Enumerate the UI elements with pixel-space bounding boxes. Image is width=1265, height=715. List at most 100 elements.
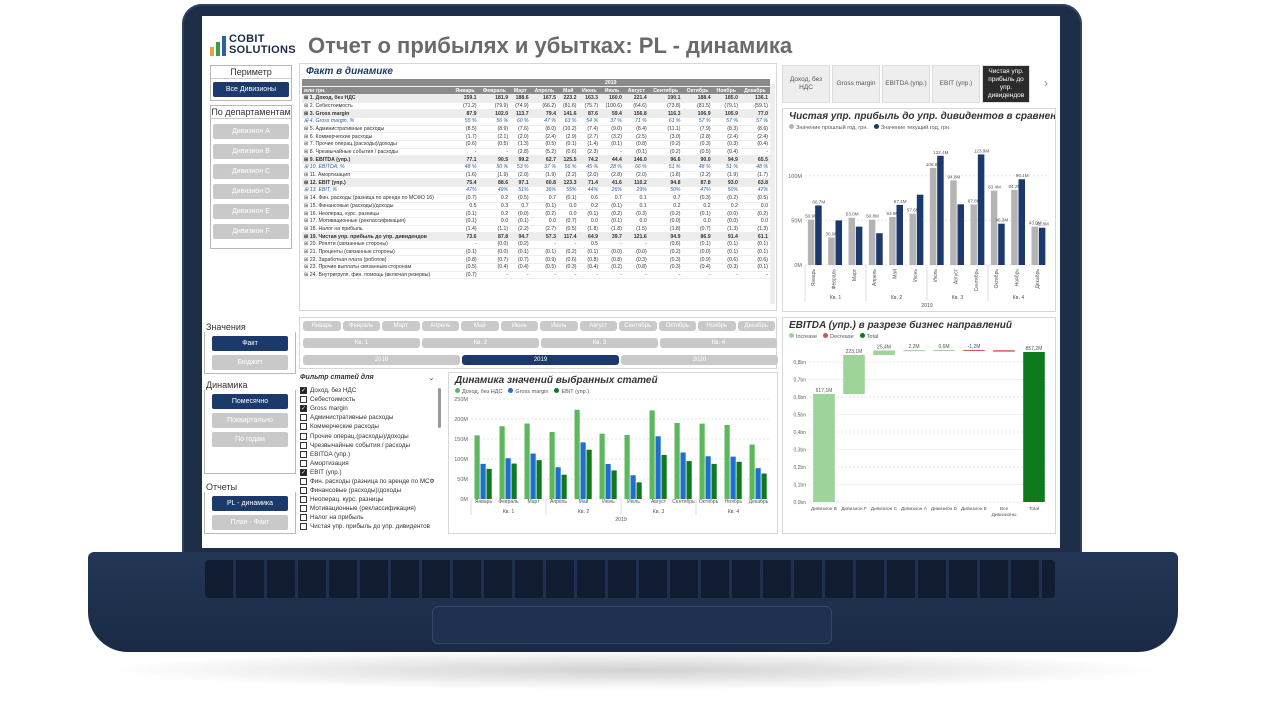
filter-item[interactable]: Неоперац. курс. разницы: [300, 495, 438, 504]
filter-item[interactable]: Фин. расходы (разница по аренде по МСФ: [300, 477, 438, 486]
bar[interactable]: [499, 426, 505, 499]
filter-item[interactable]: ✓ EBIT (упр.): [300, 468, 438, 477]
bar[interactable]: [536, 460, 542, 499]
dynamics-option-button[interactable]: По годам: [212, 432, 288, 447]
checkbox-empty-icon[interactable]: [300, 423, 307, 431]
checkbox-empty-icon[interactable]: [300, 487, 307, 495]
bar[interactable]: [896, 204, 904, 265]
month-chip[interactable]: Май: [461, 321, 499, 331]
bar[interactable]: [868, 219, 876, 265]
year-chip[interactable]: 2019: [462, 355, 619, 365]
checkbox-empty-icon[interactable]: [300, 396, 307, 404]
bar[interactable]: [605, 463, 611, 499]
filter-item[interactable]: Амортизация: [300, 459, 438, 468]
bar[interactable]: [990, 190, 998, 265]
filter-item[interactable]: ✓ Доход, без НДС: [300, 386, 438, 395]
reports-option-button[interactable]: План - Факт: [212, 515, 288, 530]
bar[interactable]: [511, 463, 517, 499]
bar[interactable]: [755, 468, 761, 499]
department-button[interactable]: Дивизион F: [213, 224, 289, 239]
kpi-tile[interactable]: Gross margin: [832, 65, 880, 103]
checkbox-empty-icon[interactable]: [300, 496, 307, 504]
bar[interactable]: [889, 216, 896, 265]
bar[interactable]: [916, 194, 924, 265]
bar[interactable]: [680, 452, 686, 499]
bar[interactable]: [711, 463, 717, 499]
values-option-button[interactable]: Факт: [212, 336, 288, 351]
filter-collapse-icon[interactable]: ⌄: [428, 373, 435, 382]
filter-item[interactable]: Административные расходы: [300, 413, 438, 422]
waterfall-bar[interactable]: [1023, 351, 1045, 502]
department-button[interactable]: Дивизион C: [213, 164, 289, 179]
waterfall-bar[interactable]: [933, 350, 955, 352]
month-chip[interactable]: Апрель: [421, 321, 459, 331]
checkbox-empty-icon[interactable]: [300, 477, 307, 485]
bar[interactable]: [686, 461, 692, 499]
bar[interactable]: [630, 475, 636, 499]
filter-item[interactable]: Налог на прибыль: [300, 513, 438, 522]
checkbox-empty-icon[interactable]: [300, 450, 307, 458]
quarter-chip[interactable]: Кв. 3: [541, 338, 658, 348]
filter-item[interactable]: Чрезвычайные события / расходы: [300, 441, 438, 450]
values-option-button[interactable]: Бюджет: [212, 355, 288, 370]
bar[interactable]: [636, 482, 642, 499]
bar[interactable]: [555, 467, 561, 499]
checkbox-checked-icon[interactable]: ✓: [300, 405, 307, 413]
kpi-tile[interactable]: EBIT (упр.): [932, 65, 980, 103]
fact-table-scrollbar[interactable]: [770, 84, 775, 304]
checkbox-empty-icon[interactable]: [300, 514, 307, 522]
waterfall-bar[interactable]: [993, 350, 1015, 352]
bar[interactable]: [505, 458, 511, 499]
checkbox-empty-icon[interactable]: [300, 432, 307, 440]
filter-item[interactable]: Мотивационные (реклассификация): [300, 504, 438, 513]
year-chip[interactable]: 2018: [303, 355, 460, 365]
bar[interactable]: [599, 433, 605, 499]
reports-option-button[interactable]: PL - динамика: [212, 496, 288, 511]
bar[interactable]: [655, 436, 661, 499]
month-chip[interactable]: Январь: [303, 321, 341, 331]
bar[interactable]: [749, 444, 755, 499]
filter-item[interactable]: Финансовые (расходы)/доходы: [300, 486, 438, 495]
waterfall-bar[interactable]: [873, 350, 895, 355]
department-button[interactable]: Дивизион B: [213, 144, 289, 159]
bar[interactable]: [1031, 226, 1039, 265]
filter-item[interactable]: ✓ Gross margin: [300, 404, 438, 413]
bar[interactable]: [661, 454, 667, 499]
checkbox-empty-icon[interactable]: [300, 505, 307, 513]
checkbox-empty-icon[interactable]: [300, 459, 307, 467]
filter-item[interactable]: Прочие операц.(расходы)/доходы: [300, 431, 438, 440]
quarter-chip[interactable]: Кв. 1: [303, 338, 420, 348]
bar[interactable]: [950, 180, 957, 265]
checkbox-empty-icon[interactable]: [300, 414, 307, 422]
bar[interactable]: [909, 213, 917, 265]
bar[interactable]: [649, 410, 655, 499]
bar[interactable]: [574, 409, 580, 499]
bar[interactable]: [998, 223, 1005, 265]
checkbox-checked-icon[interactable]: ✓: [300, 387, 307, 395]
month-chip[interactable]: Ноябрь: [698, 321, 736, 331]
kpi-tile[interactable]: Чистая упр. прибыль до упр. дивидендов: [982, 65, 1030, 103]
month-chip[interactable]: Февраль: [342, 321, 380, 331]
department-button[interactable]: Дивизион А: [213, 124, 289, 139]
department-button[interactable]: Дивизион D: [213, 184, 289, 199]
bar[interactable]: [761, 473, 767, 499]
bar[interactable]: [480, 463, 486, 499]
bar[interactable]: [929, 167, 937, 265]
filter-scrollbar[interactable]: [438, 388, 441, 428]
month-chip[interactable]: Сентябрь: [619, 321, 657, 331]
waterfall-bar[interactable]: [903, 350, 925, 352]
filter-item[interactable]: Себестоимость: [300, 395, 438, 404]
waterfall-bar[interactable]: [963, 350, 985, 352]
year-chip[interactable]: 2020: [621, 355, 778, 365]
bar[interactable]: [835, 220, 843, 265]
checkbox-empty-icon[interactable]: [300, 523, 307, 531]
bar[interactable]: [848, 217, 856, 265]
quarter-chip[interactable]: Кв. 2: [422, 338, 539, 348]
bar[interactable]: [807, 219, 815, 265]
bar[interactable]: [1038, 227, 1046, 265]
bar[interactable]: [815, 205, 822, 265]
bar[interactable]: [611, 470, 617, 499]
bar[interactable]: [1011, 189, 1018, 265]
month-chip[interactable]: Июнь: [500, 321, 538, 331]
bar[interactable]: [549, 432, 555, 499]
